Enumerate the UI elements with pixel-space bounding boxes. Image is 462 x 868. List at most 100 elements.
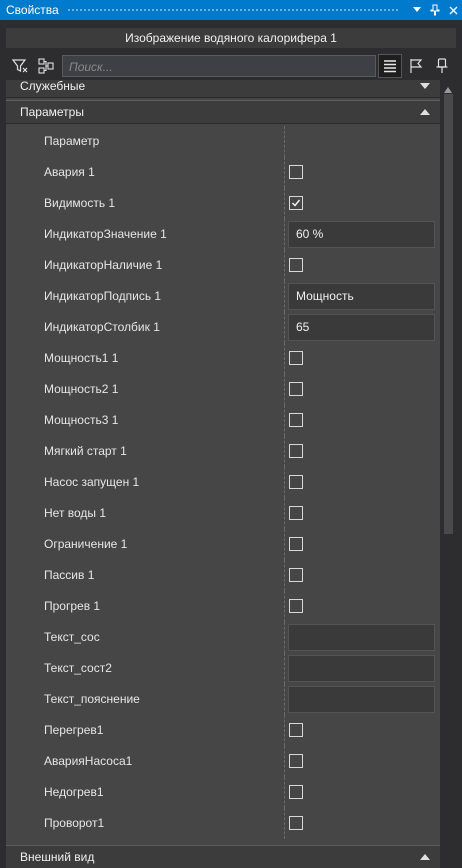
column-splitter[interactable] [284, 715, 285, 746]
property-row[interactable]: Текст_пояснение [6, 684, 440, 715]
column-splitter[interactable] [284, 281, 285, 312]
close-icon[interactable] [444, 0, 462, 20]
property-value-field[interactable] [288, 624, 435, 651]
property-row[interactable]: Ограничение 1 [6, 529, 440, 560]
property-name: Нет воды 1 [44, 506, 107, 520]
column-splitter[interactable] [284, 374, 285, 405]
property-name: Текст_сос [44, 630, 100, 644]
expand-arrow-icon[interactable] [410, 109, 440, 115]
property-row[interactable]: Проворот1 [6, 808, 440, 839]
linked-properties-icon[interactable] [34, 54, 58, 78]
vertical-scrollbar[interactable] [440, 80, 456, 868]
property-row[interactable]: Мягкий старт 1 [6, 436, 440, 467]
property-checkbox[interactable] [289, 785, 303, 799]
pushpin-icon[interactable] [430, 54, 454, 78]
column-splitter[interactable] [284, 560, 285, 591]
property-row[interactable]: Параметр [6, 126, 440, 157]
collapse-arrow-icon[interactable] [410, 83, 440, 89]
property-checkbox[interactable] [289, 816, 303, 830]
column-splitter[interactable] [284, 157, 285, 188]
property-name: Текст_пояснение [44, 692, 140, 706]
property-row[interactable]: Перегрев1 [6, 715, 440, 746]
property-row[interactable]: Авария 1 [6, 157, 440, 188]
property-name: Перегрев1 [44, 723, 104, 737]
column-splitter[interactable] [284, 746, 285, 777]
property-row[interactable]: Текст_сос [6, 622, 440, 653]
column-splitter[interactable] [284, 219, 285, 250]
property-row[interactable]: Мощность1 1 [6, 343, 440, 374]
drag-grip[interactable] [66, 7, 400, 13]
search-input[interactable]: Поиск... [62, 55, 376, 77]
property-row[interactable]: Недогрев1 [6, 777, 440, 808]
property-row[interactable]: ИндикаторПодпись 1 Мощность [6, 281, 440, 312]
property-row[interactable]: Пассив 1 [6, 560, 440, 591]
property-checkbox[interactable] [289, 444, 303, 458]
property-value-field[interactable]: 65 [288, 314, 435, 341]
pin-icon[interactable] [426, 0, 444, 20]
expand-arrow-icon[interactable] [410, 854, 440, 860]
column-splitter[interactable] [284, 467, 285, 498]
property-checkbox[interactable] [289, 723, 303, 737]
category-appearance[interactable]: Внешний вид [6, 845, 440, 868]
property-value-field[interactable]: Мощность [288, 283, 435, 310]
property-row[interactable]: Насос запущен 1 [6, 467, 440, 498]
column-splitter[interactable] [284, 808, 285, 839]
property-checkbox[interactable] [289, 165, 303, 179]
property-name: Мощность1 1 [44, 351, 119, 365]
column-splitter[interactable] [284, 312, 285, 343]
column-splitter[interactable] [284, 498, 285, 529]
column-splitter[interactable] [284, 591, 285, 622]
column-splitter[interactable] [284, 529, 285, 560]
property-checkbox[interactable] [289, 754, 303, 768]
column-splitter[interactable] [284, 343, 285, 374]
category-service[interactable]: Служебные [6, 80, 440, 98]
property-row[interactable]: Текст_сост2 [6, 653, 440, 684]
property-value-field[interactable]: 60 % [288, 221, 435, 248]
property-name: Насос запущен 1 [44, 475, 140, 489]
property-name: Мощность2 1 [44, 382, 119, 396]
property-row[interactable]: Нет воды 1 [6, 498, 440, 529]
column-splitter[interactable] [284, 436, 285, 467]
filter-icon[interactable] [8, 54, 32, 78]
property-row[interactable]: ИндикаторНаличие 1 [6, 250, 440, 281]
property-checkbox[interactable] [289, 258, 303, 272]
property-row[interactable]: ИндикаторЗначение 1 60 % [6, 219, 440, 250]
property-row[interactable]: Мощность2 1 [6, 374, 440, 405]
dropdown-arrow-icon[interactable] [408, 0, 426, 20]
property-row[interactable]: АварияНасоса1 [6, 746, 440, 777]
property-name: Проворот1 [44, 816, 105, 830]
flag-icon[interactable] [404, 54, 428, 78]
property-checkbox[interactable] [289, 475, 303, 489]
property-name: Мягкий старт 1 [44, 444, 127, 458]
property-checkbox[interactable] [289, 599, 303, 613]
panel-title-bar[interactable]: Свойства [0, 0, 462, 20]
categorized-view-icon[interactable] [378, 54, 402, 78]
property-checkbox[interactable] [289, 537, 303, 551]
column-splitter[interactable] [284, 405, 285, 436]
column-splitter[interactable] [284, 188, 285, 219]
scrollbar-thumb[interactable] [444, 94, 453, 534]
property-checkbox[interactable] [289, 413, 303, 427]
property-name: Мощность3 1 [44, 413, 119, 427]
column-splitter[interactable] [284, 250, 285, 281]
property-value-field[interactable] [288, 686, 435, 713]
column-splitter[interactable] [284, 653, 285, 684]
property-name: Ограничение 1 [44, 537, 128, 551]
property-row[interactable]: Мощность3 1 [6, 405, 440, 436]
column-splitter[interactable] [284, 622, 285, 653]
column-splitter[interactable] [284, 684, 285, 715]
property-checkbox[interactable] [289, 196, 303, 210]
category-params[interactable]: Параметры [6, 100, 440, 124]
property-checkbox[interactable] [289, 351, 303, 365]
column-splitter[interactable] [284, 777, 285, 808]
column-splitter[interactable] [284, 126, 285, 157]
property-value-field[interactable] [288, 655, 435, 682]
property-name: Видимость 1 [44, 196, 116, 210]
property-checkbox[interactable] [289, 568, 303, 582]
property-row[interactable]: Видимость 1 [6, 188, 440, 219]
property-checkbox[interactable] [289, 506, 303, 520]
property-checkbox[interactable] [289, 382, 303, 396]
property-row[interactable]: Прогрев 1 [6, 591, 440, 622]
property-name: ИндикаторЗначение 1 [44, 227, 167, 241]
property-row[interactable]: ИндикаторСтолбик 1 65 [6, 312, 440, 343]
